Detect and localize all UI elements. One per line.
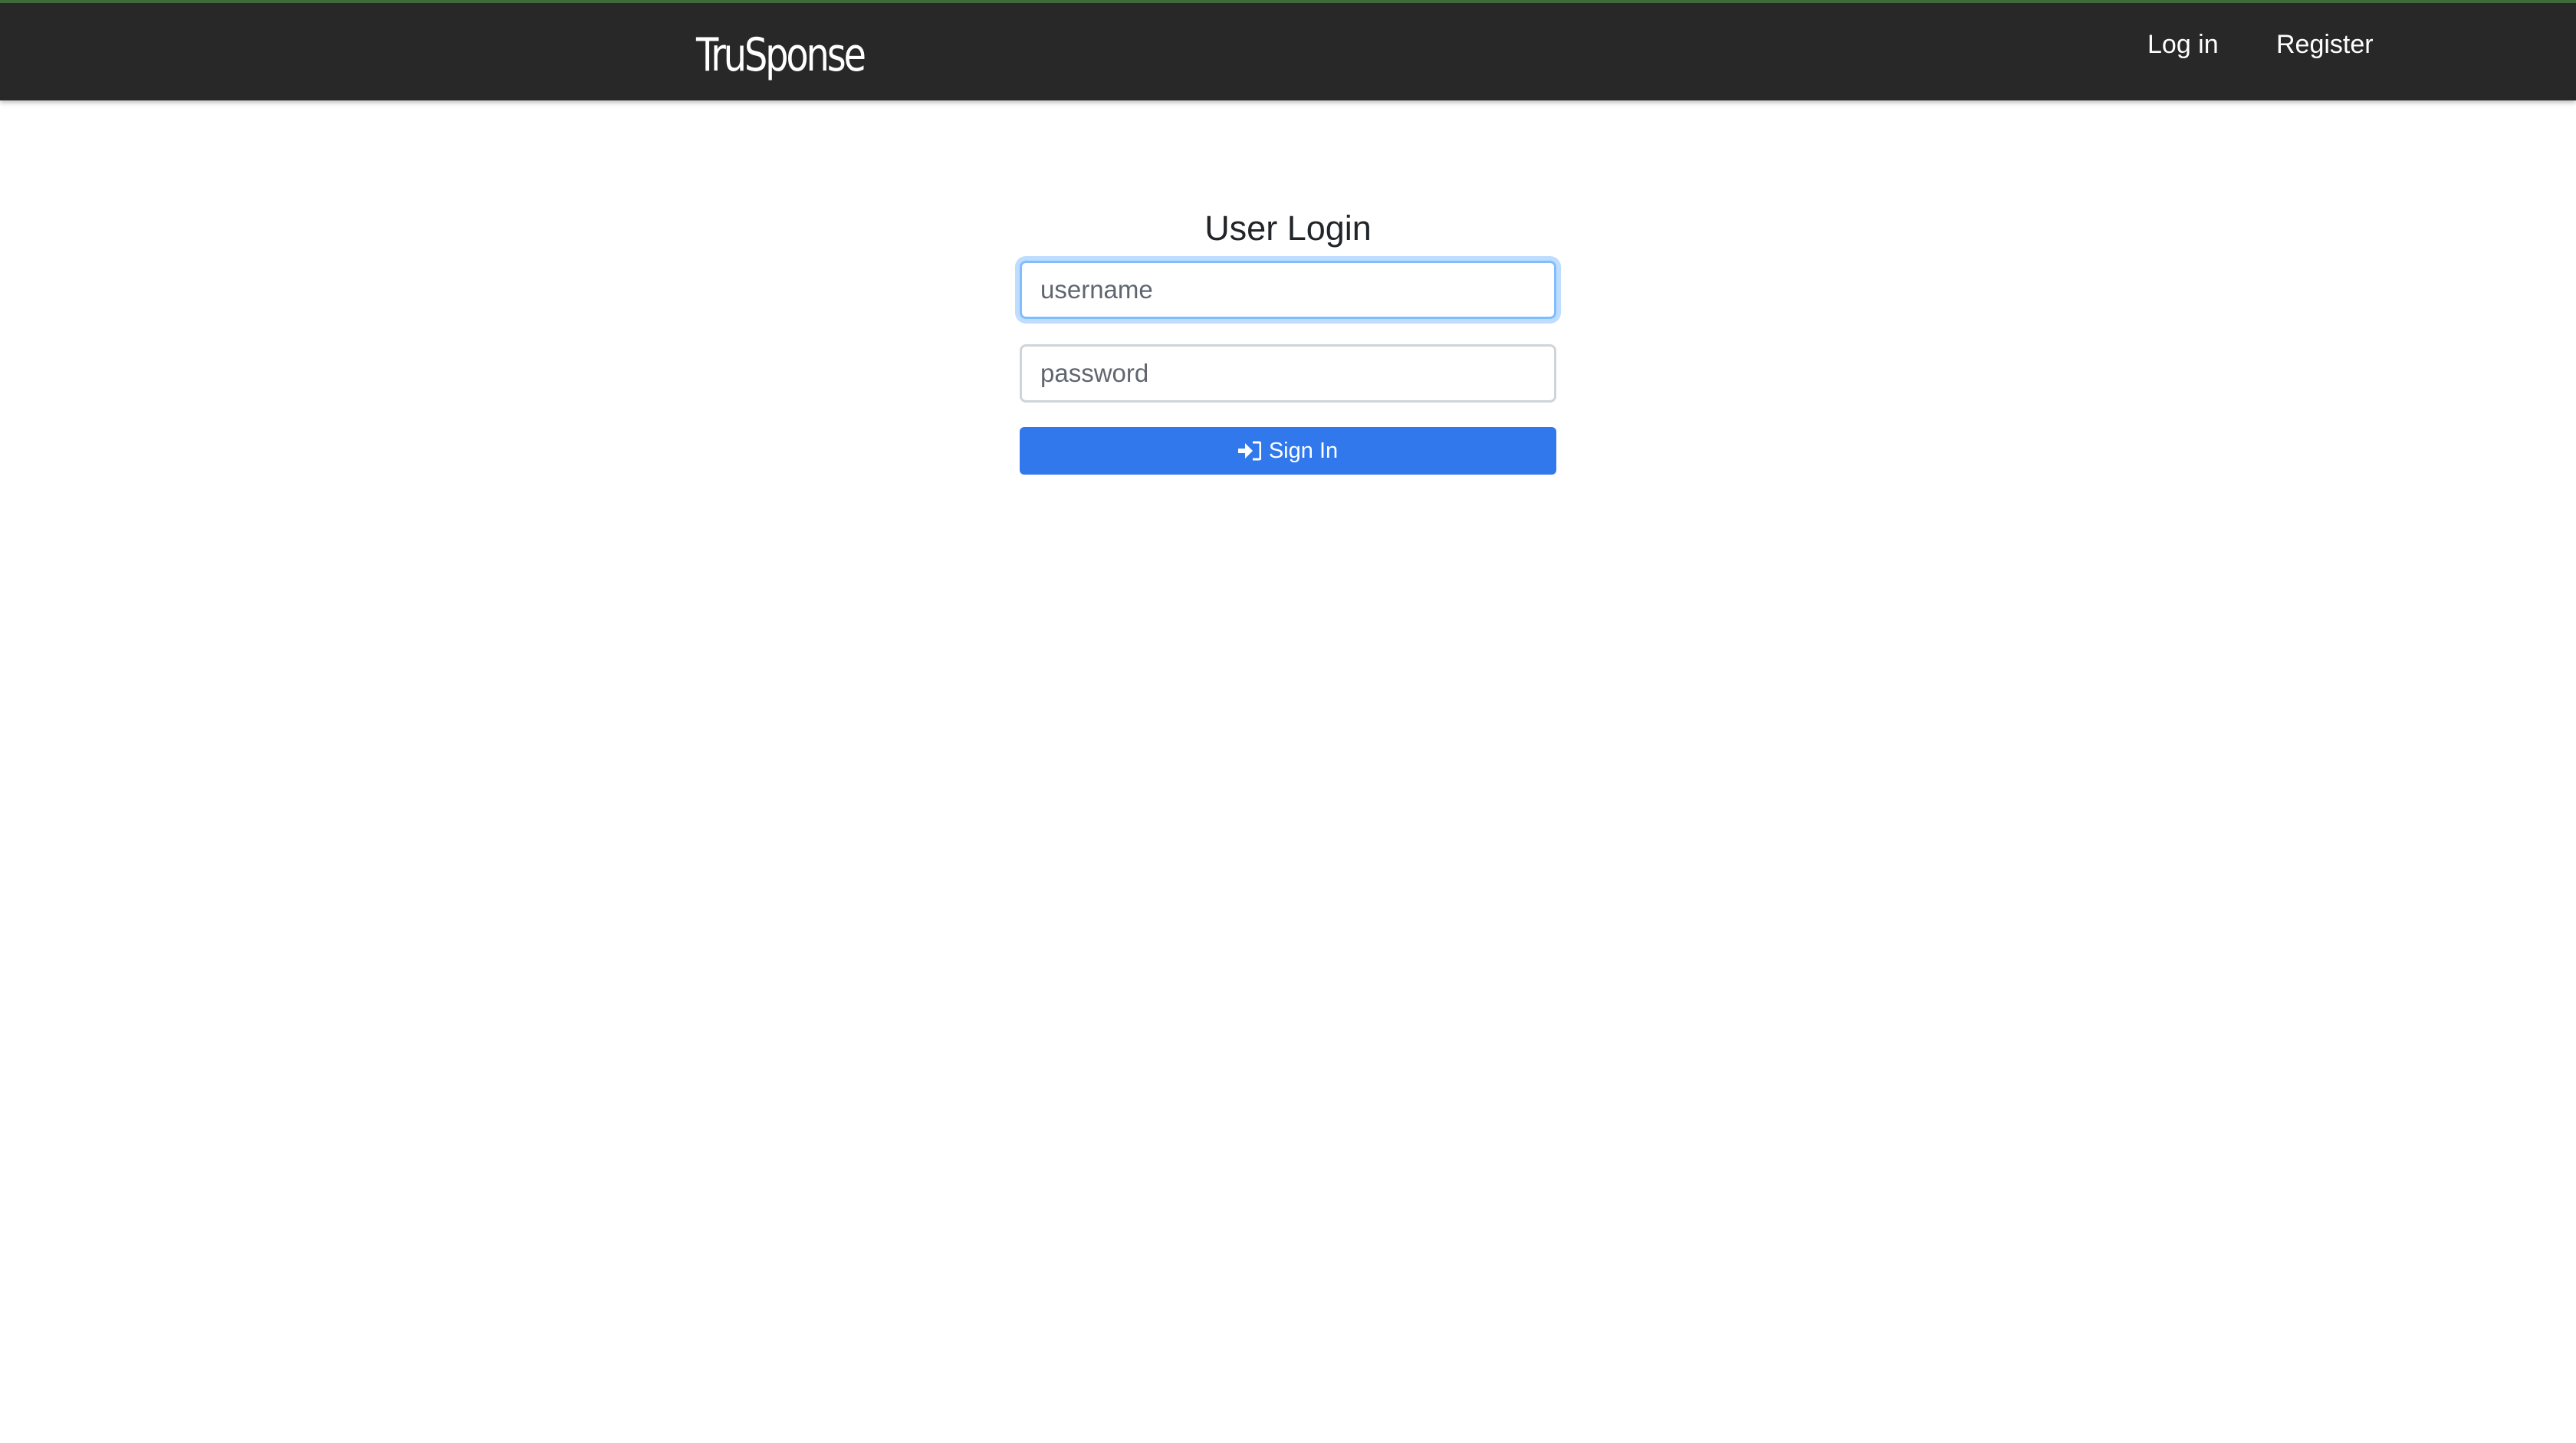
username-input[interactable] (1020, 261, 1556, 319)
password-input[interactable] (1020, 344, 1556, 403)
navbar: TruSponse Log in Register (0, 0, 2576, 100)
sign-in-button[interactable]: Sign In (1020, 427, 1556, 475)
nav-link-login[interactable]: Log in (2147, 29, 2219, 60)
sign-in-icon (1237, 440, 1261, 462)
sign-in-label: Sign In (1268, 438, 1339, 463)
nav-link-register[interactable]: Register (2276, 29, 2374, 60)
page-title: User Login (1204, 209, 1372, 248)
brand-logo[interactable]: TruSponse (696, 32, 866, 78)
